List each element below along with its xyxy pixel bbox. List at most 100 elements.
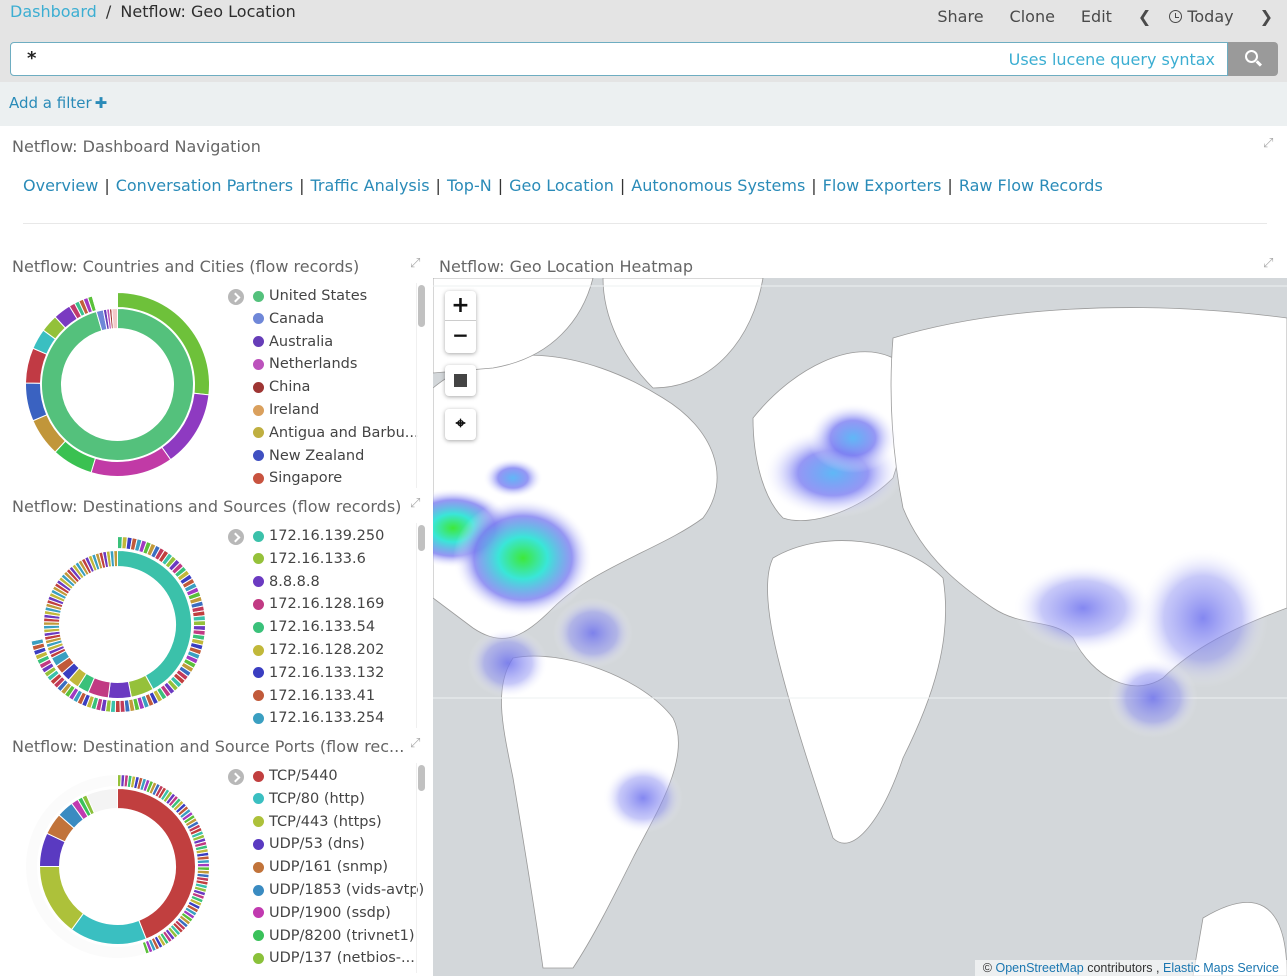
legend-label: Singapore	[269, 470, 343, 487]
legend-item[interactable]: TCP/5440	[253, 765, 338, 787]
legend-label: 172.16.133.132	[269, 664, 385, 681]
destinations-legend-scrollbar[interactable]	[416, 523, 425, 728]
legend-label: Antigua and Barbu...	[269, 424, 419, 441]
legend-item[interactable]: Canada	[253, 308, 324, 330]
legend-toggle-chevron-icon[interactable]	[228, 529, 244, 545]
add-filter-label: Add a filter	[9, 94, 92, 112]
scrollbar-thumb[interactable]	[418, 765, 425, 791]
expand-panel-icon[interactable]	[1263, 136, 1275, 152]
query-input-value[interactable]: *	[27, 48, 36, 69]
ports-donut-chart	[25, 774, 210, 959]
donut-outer-slice[interactable]	[91, 292, 118, 312]
destinations-legend: 172.16.139.250 172.16.133.6 8.8.8.8 172.16.…	[228, 525, 413, 730]
legend-item[interactable]: 172.16.133.54	[253, 616, 375, 638]
ports-legend-scrollbar[interactable]	[416, 763, 425, 973]
clone-button[interactable]: Clone	[1010, 7, 1055, 26]
openstreetmap-link[interactable]: OpenStreetMap	[996, 961, 1084, 975]
nav-link-raw-flow-records[interactable]: Raw Flow Records	[959, 176, 1103, 195]
legend-item[interactable]: UDP/161 (snmp)	[253, 856, 388, 878]
legend-item[interactable]: Singapore	[253, 467, 342, 489]
expand-panel-icon[interactable]	[410, 736, 422, 752]
map-landmass-africa	[767, 540, 946, 844]
legend-item[interactable]: UDP/8200 (trivnet1)	[253, 925, 415, 947]
donut-inner-slice[interactable]	[107, 680, 132, 699]
geo-heatmap-map[interactable]: + − ⌖ © OpenStreetMap contributors , Ela…	[433, 278, 1287, 976]
legend-item[interactable]: 172.16.133.254	[253, 707, 384, 729]
nav-link-traffic-analysis[interactable]: Traffic Analysis	[310, 176, 429, 195]
map-landmass-greenland	[602, 278, 764, 389]
legend-item[interactable]: UDP/53 (dns)	[253, 833, 365, 855]
donut-inner-slice[interactable]	[111, 307, 118, 330]
legend-color-dot-icon	[253, 472, 264, 484]
map-attribution: © OpenStreetMap contributors , Elastic M…	[974, 960, 1287, 976]
navigation-panel-title: Netflow: Dashboard Navigation	[12, 137, 261, 156]
countries-legend-scrollbar[interactable]	[416, 283, 425, 488]
zoom-out-button[interactable]: −	[445, 321, 476, 349]
legend-item[interactable]: 172.16.133.132	[253, 662, 384, 684]
scrollbar-thumb[interactable]	[418, 525, 425, 551]
legend-item[interactable]: 172.16.128.169	[253, 593, 384, 615]
legend-item[interactable]: TCP/443 (https)	[253, 811, 382, 833]
share-button[interactable]: Share	[937, 7, 983, 26]
zoom-in-button[interactable]: +	[445, 291, 476, 321]
nav-link-overview[interactable]: Overview	[23, 176, 98, 195]
legend-item[interactable]: Antigua and Barbu...	[253, 422, 419, 444]
add-filter-button[interactable]: Add a filter ✚	[9, 94, 107, 112]
nav-link-flow-exporters[interactable]: Flow Exporters	[823, 176, 942, 195]
edit-button[interactable]: Edit	[1081, 7, 1112, 26]
search-button[interactable]	[1228, 42, 1278, 76]
legend-toggle-chevron-icon[interactable]	[228, 289, 244, 305]
nav-separator: |	[299, 176, 305, 195]
legend-color-dot-icon	[253, 644, 264, 656]
donut-inner-slice[interactable]	[113, 549, 118, 568]
legend-toggle-chevron-icon[interactable]	[228, 769, 244, 785]
legend-item[interactable]: Australia	[253, 331, 333, 353]
legend-item[interactable]: 172.16.139.250	[253, 525, 384, 547]
legend-label: Australia	[269, 333, 334, 350]
donut-outer-slice[interactable]	[192, 620, 206, 627]
elastic-maps-service-link[interactable]: Elastic Maps Service	[1163, 961, 1279, 975]
legend-color-dot-icon	[253, 553, 264, 565]
legend-item[interactable]: 172.16.128.202	[253, 639, 384, 661]
lucene-syntax-link[interactable]: Uses lucene query syntax	[1009, 50, 1215, 69]
donut-inner-slice[interactable]	[41, 307, 194, 461]
nav-link-top-n[interactable]: Top-N	[447, 176, 492, 195]
time-back-chevron-left-icon[interactable]: ❮	[1138, 7, 1151, 26]
map-canvas[interactable]	[433, 278, 1287, 976]
time-picker-button[interactable]: Today	[1169, 7, 1234, 26]
time-forward-chevron-right-icon[interactable]: ❯	[1260, 7, 1273, 26]
legend-item[interactable]: UDP/1853 (vids-avtp)	[253, 879, 424, 901]
legend-item[interactable]: 172.16.133.41	[253, 685, 375, 707]
nav-link-conversation-partners[interactable]: Conversation Partners	[116, 176, 293, 195]
scrollbar-thumb[interactable]	[418, 285, 425, 327]
heatmap-hotspot-southern-brazil	[603, 763, 683, 833]
legend-item[interactable]: New Zealand	[253, 445, 364, 467]
nav-link-autonomous-systems[interactable]: Autonomous Systems	[631, 176, 805, 195]
nav-separator: |	[104, 176, 110, 195]
expand-panel-icon[interactable]	[1263, 256, 1275, 272]
ports-legend: TCP/5440 TCP/80 (http) TCP/443 (https) UDP/…	[228, 765, 424, 970]
navigation-divider	[23, 223, 1267, 224]
breadcrumb-current-page: Netflow: Geo Location	[120, 2, 296, 21]
legend-item[interactable]: UDP/137 (netbios-...	[253, 947, 415, 969]
nav-separator: |	[435, 176, 441, 195]
donut-outer-slice[interactable]	[196, 862, 210, 868]
nav-link-geo-location[interactable]: Geo Location	[509, 176, 614, 195]
legend-item[interactable]: 172.16.133.6	[253, 548, 366, 570]
breadcrumb-dashboard-link[interactable]: Dashboard	[10, 2, 97, 21]
legend-item[interactable]: 8.8.8.8	[253, 571, 320, 593]
expand-panel-icon[interactable]	[410, 496, 422, 512]
legend-item[interactable]: Ireland	[253, 399, 319, 421]
legend-color-dot-icon	[253, 816, 264, 828]
legend-color-dot-icon	[253, 907, 264, 919]
draw-rectangle-button[interactable]	[445, 365, 476, 396]
legend-item[interactable]: Netherlands	[253, 353, 357, 375]
legend-item[interactable]: TCP/80 (http)	[253, 788, 365, 810]
expand-panel-icon[interactable]	[410, 256, 422, 272]
legend-item[interactable]: United States	[253, 285, 367, 307]
legend-item[interactable]: UDP/1900 (ssdp)	[253, 902, 391, 924]
fit-bounds-button[interactable]: ⌖	[445, 409, 476, 440]
query-input[interactable]: * Uses lucene query syntax	[10, 42, 1228, 76]
legend-item[interactable]: China	[253, 376, 310, 398]
legend-color-dot-icon	[253, 838, 264, 850]
